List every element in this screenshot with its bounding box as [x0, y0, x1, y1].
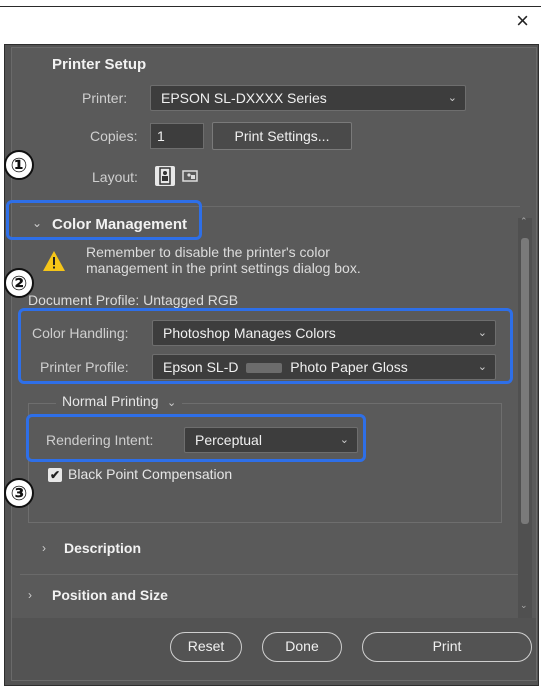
chevron-down-icon[interactable]: ⌄ [520, 600, 528, 611]
copies-input[interactable]: 1 [150, 123, 204, 149]
printer-label: Printer: [82, 90, 128, 106]
landscape-icon[interactable] [180, 166, 200, 186]
done-button[interactable]: Done [262, 632, 342, 662]
warning-line-2: management in the print settings dialog … [86, 260, 361, 276]
chevron-right-icon[interactable]: › [42, 541, 46, 555]
print-button[interactable]: Print [362, 632, 532, 662]
description-section[interactable]: Description [64, 540, 141, 556]
document-profile: Document Profile: Untagged RGB [28, 292, 239, 308]
layout-label: Layout: [92, 169, 138, 185]
chevron-down-icon: ⌄ [447, 92, 457, 104]
portrait-icon[interactable] [155, 166, 175, 186]
warning-line-1: Remember to disable the printer's color [86, 244, 330, 260]
section-divider [20, 574, 520, 575]
normal-printing-label: Normal Printing [62, 393, 159, 409]
position-size-section[interactable]: Position and Size [52, 587, 168, 603]
callout-2: ② [4, 268, 34, 298]
printer-value: EPSON SL-DXXXX Series [161, 90, 327, 106]
reset-button[interactable]: Reset [170, 632, 242, 662]
highlight-color-handling [18, 308, 513, 384]
chevron-down-icon: ⌄ [166, 397, 177, 409]
highlight-rendering-intent [26, 414, 366, 462]
copies-label: Copies: [90, 128, 138, 144]
chevron-up-icon[interactable]: ⌃ [520, 216, 528, 227]
check-icon: ✔ [49, 468, 61, 482]
callout-1: ① [4, 150, 34, 180]
warning-icon [42, 250, 66, 277]
title-bar: × [0, 0, 541, 44]
black-point-label: Black Point Compensation [68, 466, 233, 482]
normal-printing-menu[interactable]: Normal Printing ⌄ [56, 393, 183, 413]
highlight-color-management [6, 200, 202, 240]
chevron-right-icon[interactable]: › [28, 588, 32, 602]
black-point-checkbox[interactable]: ✔ [48, 468, 62, 482]
print-settings-button[interactable]: Print Settings... [212, 122, 352, 150]
printer-setup-title: Printer Setup [52, 56, 147, 73]
callout-3: ③ [4, 478, 34, 508]
scrollbar-thumb[interactable] [521, 238, 529, 524]
close-icon[interactable]: × [516, 10, 529, 32]
divider [0, 6, 541, 7]
printer-select[interactable]: EPSON SL-DXXXX Series ⌄ [150, 85, 466, 111]
